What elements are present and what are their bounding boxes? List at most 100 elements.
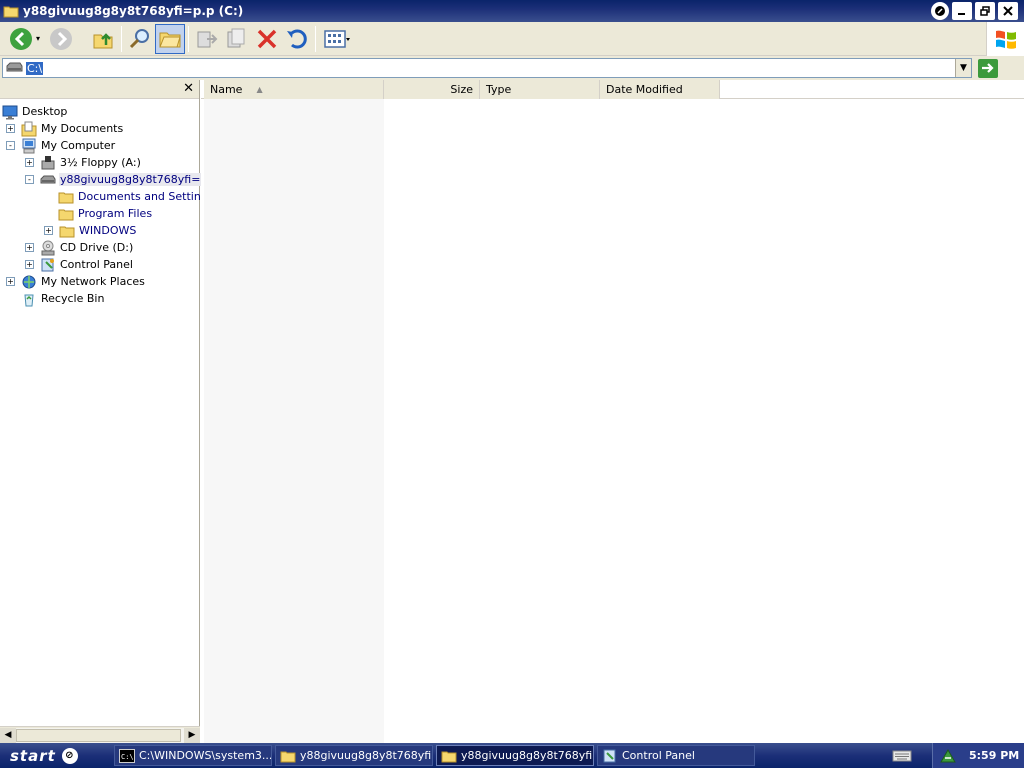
tree-label: CD Drive (D:)	[60, 241, 134, 254]
scroll-left-button[interactable]: ◀	[0, 727, 16, 743]
tree-item-my-documents[interactable]: + My Documents	[6, 120, 124, 137]
column-header-name[interactable]: Name ▲	[204, 80, 384, 99]
expand-toggle[interactable]: +	[6, 124, 15, 133]
expand-toggle[interactable]: -	[25, 175, 34, 184]
tree-item-desktop[interactable]: Desktop	[2, 103, 68, 120]
minimize-button[interactable]	[952, 2, 972, 20]
folder-icon	[58, 209, 74, 220]
help-button[interactable]	[931, 2, 949, 20]
tree-label: Program Files	[78, 207, 153, 220]
tree-item-cd-drive[interactable]: + CD Drive (D:)	[25, 239, 134, 256]
tree-item-recycle-bin[interactable]: Recycle Bin	[21, 290, 105, 307]
taskbar: start ⊘ C:\ C:\WINDOWS\system3... y88giv…	[0, 743, 1024, 768]
column-label: Date Modified	[606, 83, 683, 96]
start-button[interactable]: start ⊘	[0, 743, 104, 768]
notification-area: 5:59 PM	[932, 743, 1024, 768]
tree-label: My Documents	[41, 122, 124, 135]
column-header-date-modified[interactable]: Date Modified	[600, 80, 720, 99]
tree-label: My Network Places	[41, 275, 145, 288]
column-header-size[interactable]: Size	[384, 80, 480, 99]
task-button-explorer-1[interactable]: y88givuug8g8y8t768yfi...	[275, 745, 433, 766]
close-icon	[1003, 6, 1013, 16]
file-list-pane[interactable]: Name ▲ Size Type Date Modified	[201, 80, 1024, 743]
window-title: y88givuug8g8y8t768yfi=p.p (C:)	[23, 4, 244, 18]
undo-icon	[287, 29, 307, 48]
windows-flag-icon	[995, 30, 1016, 49]
clock[interactable]: 5:59 PM	[969, 749, 1019, 762]
address-input[interactable]: C:\ ▼	[2, 58, 972, 78]
tree-item-local-disk-c[interactable]: - y88givuug8g8y8t768yfi=p.p	[25, 171, 219, 188]
toolbar-separator	[188, 25, 190, 52]
start-orb-icon: ⊘	[61, 747, 78, 764]
expand-toggle[interactable]: +	[25, 158, 34, 167]
column-label: Name	[210, 83, 243, 96]
column-label: Size	[450, 83, 473, 96]
keyboard-icon[interactable]	[892, 749, 912, 763]
delete-icon	[257, 29, 277, 48]
expand-toggle[interactable]: -	[6, 141, 15, 150]
expand-toggle[interactable]: +	[25, 260, 34, 269]
task-button-console[interactable]: C:\ C:\WINDOWS\system3...	[114, 745, 272, 766]
network-status-icon[interactable]	[939, 748, 957, 764]
copy-to-button[interactable]	[222, 24, 252, 54]
tree-label: 3½ Floppy (A:)	[60, 156, 141, 169]
console-icon: C:\	[119, 748, 135, 763]
my-documents-icon	[21, 121, 37, 136]
tree-item-control-panel[interactable]: + Control Panel	[25, 256, 134, 273]
folders-icon	[159, 32, 181, 47]
address-dropdown-button[interactable]: ▼	[955, 59, 971, 77]
folders-button[interactable]	[155, 23, 186, 54]
close-button[interactable]	[998, 2, 1018, 20]
views-icon	[324, 29, 351, 48]
back-button[interactable]	[6, 24, 36, 54]
back-dropdown[interactable]: ▾	[36, 34, 40, 43]
forward-button[interactable]	[46, 24, 76, 54]
windows-logo	[986, 22, 1024, 56]
task-button-explorer-2[interactable]: y88givuug8g8y8t768yfi...	[436, 745, 594, 766]
search-button[interactable]	[125, 24, 155, 54]
tree-item-my-network-places[interactable]: + My Network Places	[6, 273, 146, 290]
folder-icon	[58, 192, 74, 203]
up-icon	[93, 32, 113, 48]
tree-item-floppy[interactable]: + 3½ Floppy (A:)	[25, 154, 142, 171]
svg-text:C:\: C:\	[121, 753, 134, 761]
tree-label: Recycle Bin	[41, 292, 105, 305]
title-bar[interactable]: y88givuug8g8y8t768yfi=p.p (C:)	[0, 0, 1024, 22]
expand-toggle[interactable]: +	[6, 277, 15, 286]
tree-item-windows[interactable]: + WINDOWS	[44, 222, 137, 239]
folders-pane: ✕ Desktop + My Documents - My Computer +…	[0, 80, 219, 743]
move-to-button[interactable]	[192, 24, 222, 54]
tree-item-program-files[interactable]: Program Files	[58, 205, 153, 222]
hard-drive-icon	[40, 175, 56, 183]
folders-horizontal-scrollbar[interactable]: ◀ ▶	[0, 726, 200, 743]
floppy-icon	[41, 155, 55, 169]
tree-item-documents-and-settings[interactable]: Documents and Settings	[58, 188, 215, 205]
system-tray: 5:59 PM	[892, 743, 1024, 768]
address-value: C:\	[26, 61, 44, 75]
minimize-icon	[958, 13, 965, 15]
tree-label: Control Panel	[60, 258, 133, 271]
scroll-track[interactable]	[16, 727, 184, 743]
move-to-icon	[197, 31, 218, 47]
expand-toggle[interactable]: +	[25, 243, 34, 252]
column-header-type[interactable]: Type	[480, 80, 600, 99]
recycle-bin-icon	[24, 294, 34, 306]
undo-button[interactable]	[282, 24, 312, 54]
restore-button[interactable]	[975, 2, 995, 20]
expand-toggle[interactable]: +	[44, 226, 53, 235]
tree-label: WINDOWS	[79, 224, 137, 237]
column-headers: Name ▲ Size Type Date Modified	[201, 80, 1024, 99]
task-button-control-panel[interactable]: Control Panel	[597, 745, 755, 766]
search-icon	[129, 28, 150, 48]
go-button[interactable]	[978, 58, 998, 78]
scroll-right-button[interactable]: ▶	[184, 727, 200, 743]
up-button[interactable]	[88, 24, 118, 54]
copy-to-icon	[227, 28, 245, 47]
folders-pane-close-button[interactable]: ✕	[183, 81, 194, 96]
folder-icon	[59, 226, 75, 237]
go-arrow-icon	[982, 63, 994, 73]
delete-button[interactable]	[252, 24, 282, 54]
tree-item-my-computer[interactable]: - My Computer	[6, 137, 116, 154]
scroll-thumb[interactable]	[16, 728, 181, 742]
views-button[interactable]	[319, 24, 355, 54]
